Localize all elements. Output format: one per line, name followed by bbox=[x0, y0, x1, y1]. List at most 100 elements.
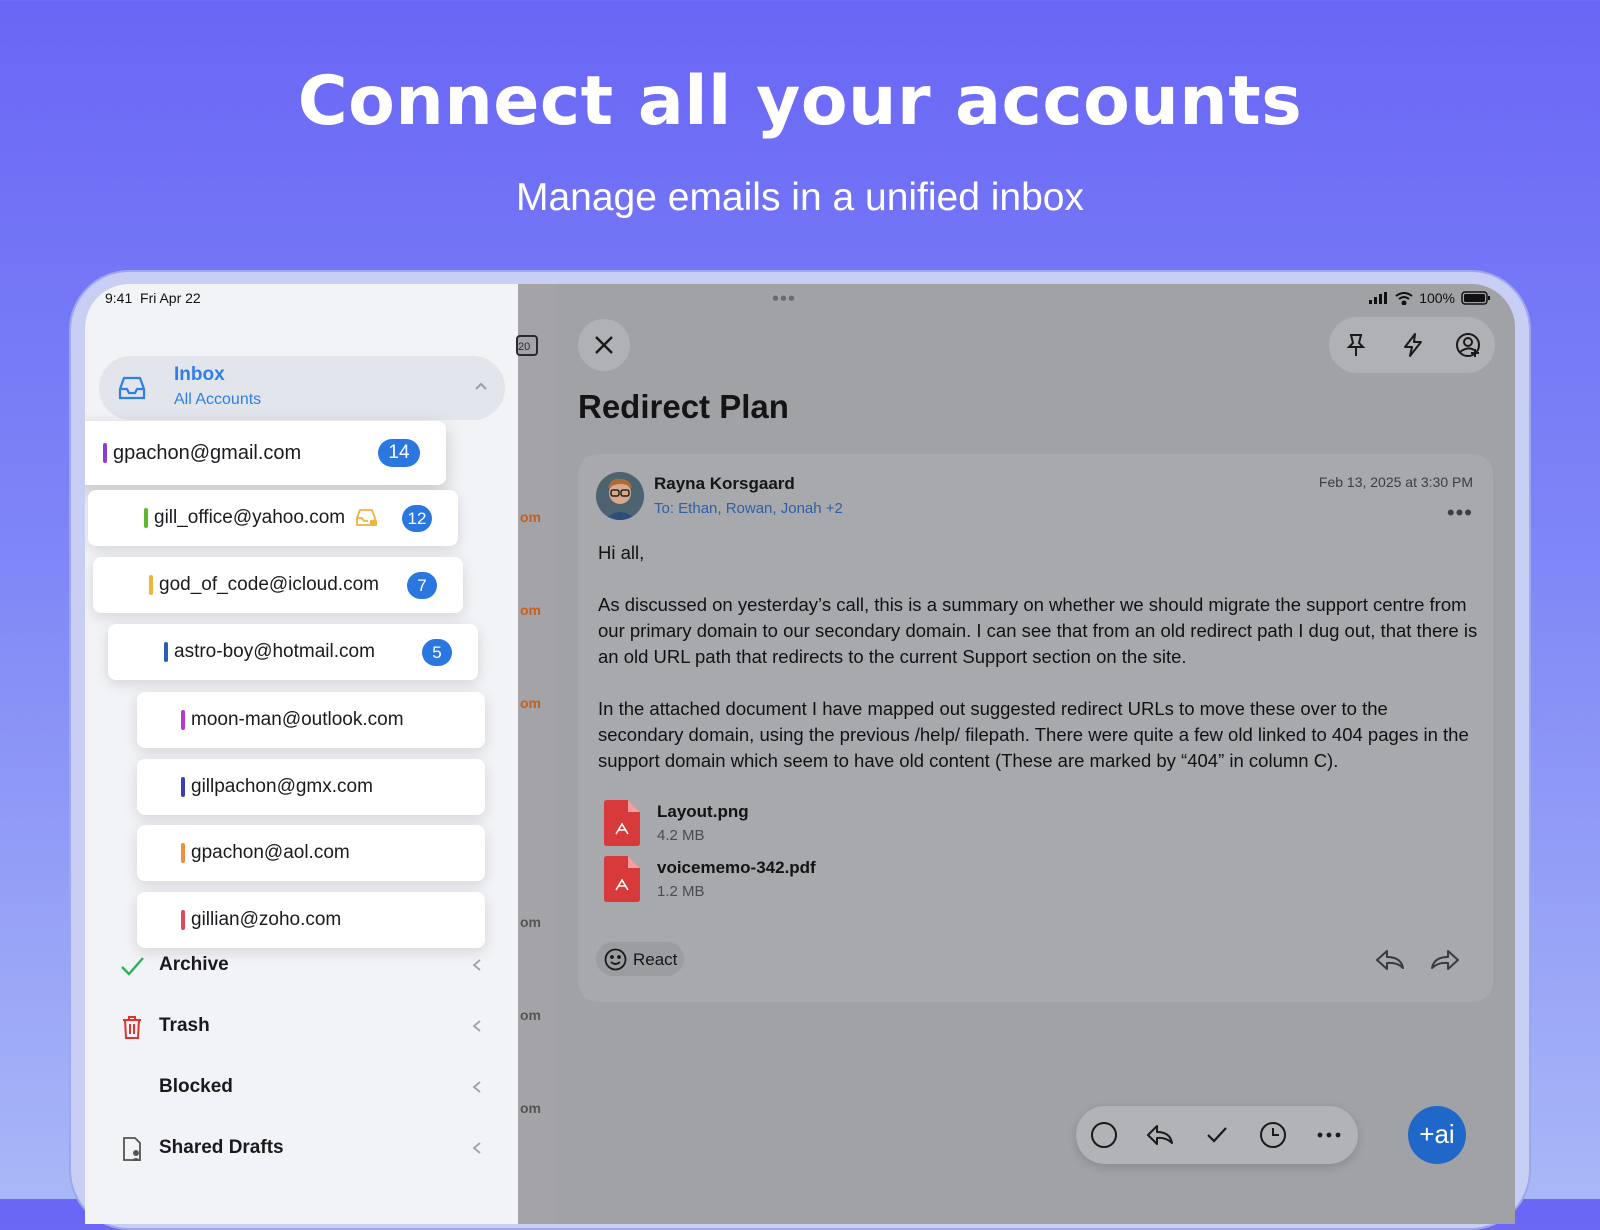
tablet-screen: 9:41 Fri Apr 22 Inbox All Accounts gpach… bbox=[85, 284, 1515, 1224]
calendar-day: 20 bbox=[518, 341, 531, 353]
email-date: Feb 13, 2025 at 3:30 PM bbox=[1318, 474, 1473, 490]
unread-count-badge: 5 bbox=[422, 639, 452, 666]
attachment-name: voicememo-342.pdf bbox=[657, 858, 816, 877]
check-icon[interactable] bbox=[1203, 1121, 1231, 1149]
chevron-left-icon[interactable] bbox=[471, 1019, 483, 1033]
account-item[interactable]: astro-boy@hotmail.com 5 bbox=[108, 624, 478, 680]
folder-label: Trash bbox=[159, 1015, 210, 1036]
account-item[interactable]: gillian@zoho.com bbox=[137, 892, 485, 948]
multitask-dots[interactable]: ••• bbox=[772, 288, 796, 311]
folder-label: Blocked bbox=[159, 1076, 233, 1097]
recipients[interactable]: To: Ethan, Rowan, Jonah +2 bbox=[654, 500, 843, 517]
clock-icon[interactable] bbox=[1259, 1121, 1287, 1149]
account-color-bar bbox=[181, 777, 185, 797]
contact-add-icon[interactable] bbox=[1454, 331, 1482, 359]
account-color-bar bbox=[181, 910, 185, 930]
inbox-sublabel: All Accounts bbox=[174, 391, 262, 408]
folder-item-trash[interactable]: Trash bbox=[99, 1002, 505, 1052]
shared-draft-icon bbox=[123, 1137, 141, 1161]
account-email: gill_office@yahoo.com bbox=[154, 507, 346, 528]
folder-label: Shared Drafts bbox=[159, 1137, 284, 1158]
attachment-item[interactable]: voicememo-342.pdf 1.2 MB bbox=[600, 854, 900, 906]
account-email: gpachon@gmail.com bbox=[113, 441, 302, 464]
chevron-left-icon[interactable] bbox=[471, 1080, 483, 1094]
bolt-icon[interactable] bbox=[1399, 331, 1427, 359]
email-paragraph: As discussed on yesterday’s call, this i… bbox=[598, 594, 1478, 667]
email-detail: ••• 100% Redirect Plan Rayna Korsgaard T… bbox=[556, 284, 1515, 1224]
reply-icon[interactable] bbox=[1146, 1121, 1174, 1149]
account-color-bar bbox=[181, 843, 185, 863]
signal-icon bbox=[1369, 292, 1388, 304]
email-greeting: Hi all, bbox=[598, 542, 645, 563]
chevron-left-icon[interactable] bbox=[471, 958, 483, 972]
status-time: 9:41 bbox=[105, 290, 133, 306]
account-color-bar bbox=[149, 575, 153, 595]
close-icon bbox=[595, 336, 613, 354]
account-item[interactable]: gpachon@gmail.com 14 bbox=[85, 421, 446, 485]
sender-name[interactable]: Rayna Korsgaard bbox=[654, 474, 795, 494]
circle-icon[interactable] bbox=[1090, 1121, 1118, 1149]
bottom-action-bar bbox=[1076, 1106, 1358, 1164]
email-paragraph: In the attached document I have mapped o… bbox=[598, 698, 1469, 771]
account-item[interactable]: moon-man@outlook.com bbox=[137, 692, 485, 748]
list-fragment: om bbox=[520, 1100, 541, 1116]
email-subject: Redirect Plan bbox=[578, 388, 789, 425]
sidebar: 9:41 Fri Apr 22 Inbox All Accounts gpach… bbox=[85, 284, 518, 1224]
account-email: astro-boy@hotmail.com bbox=[174, 641, 375, 662]
inbox-selector[interactable]: Inbox All Accounts bbox=[99, 356, 505, 420]
smiley-icon bbox=[604, 948, 627, 971]
account-email: god_of_code@icloud.com bbox=[159, 574, 379, 595]
account-color-bar bbox=[164, 642, 168, 662]
more-icon[interactable] bbox=[1315, 1121, 1343, 1149]
account-email: gpachon@aol.com bbox=[191, 842, 350, 863]
folder-item-archive[interactable]: Archive bbox=[99, 941, 505, 991]
unread-count-badge: 7 bbox=[407, 572, 437, 599]
account-email: gillian@zoho.com bbox=[191, 909, 342, 930]
message-list-edge: 20 om om om om om om bbox=[516, 284, 556, 1224]
list-fragment: om bbox=[520, 509, 541, 525]
chevron-left-icon[interactable] bbox=[471, 1141, 483, 1155]
check-icon bbox=[121, 957, 144, 976]
close-button[interactable] bbox=[578, 319, 630, 371]
chevron-up-icon[interactable] bbox=[473, 378, 489, 394]
status-date: Fri Apr 22 bbox=[140, 290, 201, 306]
status-right: 100% bbox=[1369, 290, 1491, 306]
hero-subtitle: Manage emails in a unified inbox bbox=[515, 176, 1084, 219]
pdf-file-icon bbox=[604, 800, 640, 846]
attachment-name: Layout.png bbox=[657, 802, 749, 821]
avatar-image bbox=[596, 472, 644, 520]
account-item[interactable]: gillpachon@gmx.com bbox=[137, 759, 485, 815]
sender-avatar[interactable] bbox=[596, 472, 644, 520]
inbox-tray-icon bbox=[118, 376, 146, 400]
list-fragment: om bbox=[520, 914, 541, 930]
forward-icon[interactable] bbox=[1430, 948, 1460, 972]
battery-percent: 100% bbox=[1419, 290, 1455, 306]
status-time-date: 9:41 Fri Apr 22 bbox=[105, 290, 201, 306]
pin-icon[interactable] bbox=[1342, 331, 1370, 359]
attachment-size: 1.2 MB bbox=[657, 883, 705, 900]
attachment-size: 4.2 MB bbox=[657, 827, 705, 844]
reply-icon[interactable] bbox=[1375, 948, 1405, 972]
hero-title: Connect all your accounts bbox=[297, 62, 1303, 141]
more-options-icon[interactable]: ••• bbox=[1447, 500, 1473, 526]
battery-icon bbox=[1461, 291, 1490, 305]
email-body: Hi all, As discussed on yesterday’s call… bbox=[598, 540, 1478, 800]
unread-count-badge: 14 bbox=[378, 439, 420, 467]
attachment-item[interactable]: Layout.png 4.2 MB bbox=[600, 798, 900, 850]
list-fragment: om bbox=[520, 602, 541, 618]
account-color-bar bbox=[144, 508, 148, 528]
folder-item-blocked[interactable]: Blocked bbox=[99, 1063, 505, 1113]
unread-count-badge: 12 bbox=[402, 505, 432, 532]
inbox-label: Inbox bbox=[174, 364, 225, 385]
list-fragment: om bbox=[520, 1007, 541, 1023]
account-item[interactable]: god_of_code@icloud.com 7 bbox=[93, 557, 463, 613]
account-item[interactable]: gill_office@yahoo.com 12 bbox=[88, 490, 458, 546]
wifi-icon bbox=[1395, 291, 1413, 305]
ai-assistant-button[interactable]: +ai bbox=[1408, 1106, 1466, 1164]
account-color-bar bbox=[181, 710, 185, 730]
account-item[interactable]: gpachon@aol.com bbox=[137, 825, 485, 881]
react-button[interactable]: React bbox=[596, 942, 684, 976]
list-fragment: om bbox=[520, 695, 541, 711]
folder-item-shared-drafts[interactable]: Shared Drafts bbox=[99, 1124, 505, 1174]
react-label: React bbox=[633, 950, 678, 969]
